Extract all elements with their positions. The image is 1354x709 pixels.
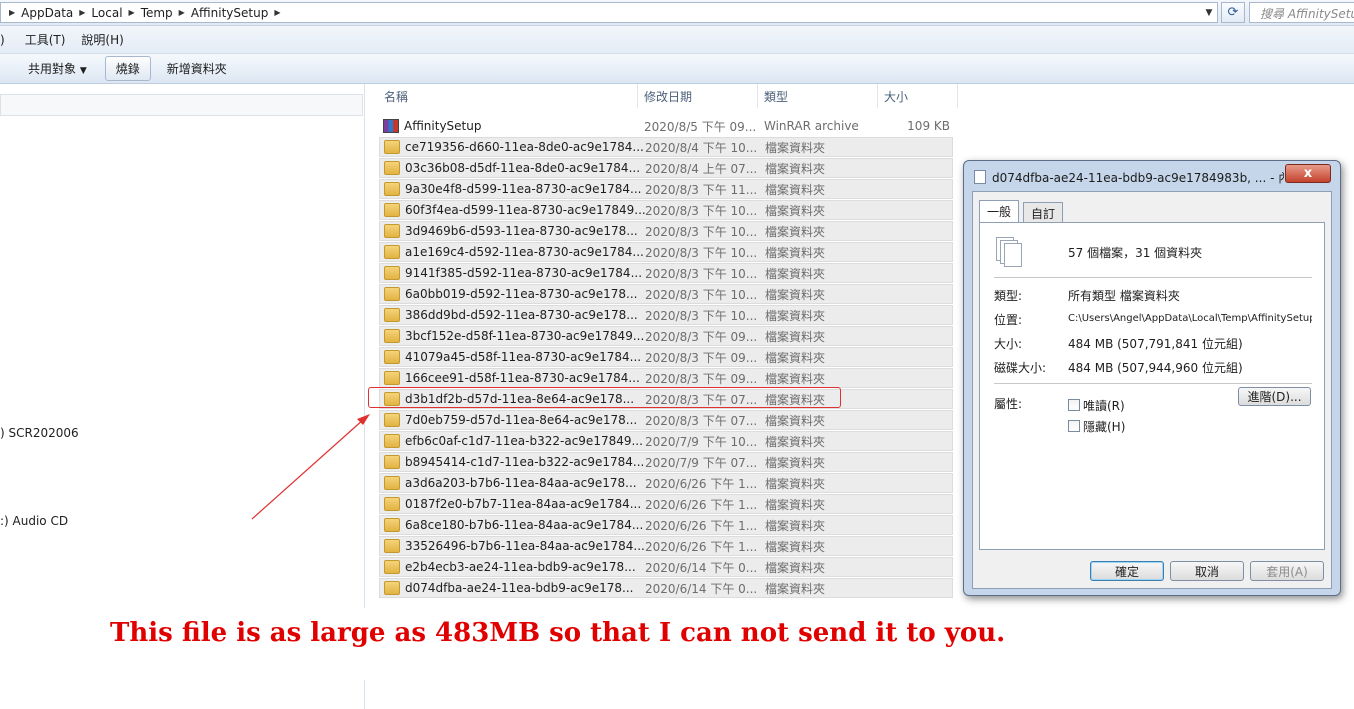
apply-button[interactable]: 套用(A) — [1250, 561, 1324, 581]
location-value: C:\Users\Angel\AppData\Local\Temp\Affini… — [1068, 313, 1312, 324]
hidden-label: 隱藏(H) — [1083, 420, 1126, 434]
dialog-title: d074dfba-ae24-11ea-bdb9-ac9e1784983b, ..… — [992, 170, 1284, 185]
general-tab-panel: 57 個檔案，31 個資料夾 類型: 所有類型 檔案資料夾 位置: C:\Use… — [979, 222, 1325, 550]
dialog-body: 一般 自訂 57 個檔案，31 個資料夾 類型: 所有類型 檔案資料夾 位置: … — [972, 191, 1332, 589]
type-value: 所有類型 檔案資料夾 — [1068, 289, 1180, 303]
ok-button[interactable]: 確定 — [1090, 561, 1164, 581]
annotation-text: This file is as large as 483MB so that I… — [106, 608, 1030, 680]
cancel-button[interactable]: 取消 — [1170, 561, 1244, 581]
item-count-summary: 57 個檔案，31 個資料夾 — [1068, 246, 1203, 260]
attributes-label: 屬性: — [994, 397, 1023, 411]
folder-properties-icon — [974, 170, 986, 184]
location-label: 位置: — [994, 313, 1023, 327]
tab-general[interactable]: 一般 — [979, 200, 1020, 222]
tab-custom[interactable]: 自訂 — [1023, 202, 1064, 222]
hidden-checkbox[interactable] — [1068, 420, 1080, 432]
advanced-button[interactable]: 進階(D)... — [1238, 387, 1311, 406]
size-value: 484 MB (507,791,841 位元組) — [1068, 337, 1243, 351]
multiple-files-icon — [996, 237, 1022, 267]
readonly-checkbox[interactable] — [1068, 399, 1080, 411]
disk-size-value: 484 MB (507,944,960 位元組) — [1068, 361, 1243, 375]
properties-dialog: d074dfba-ae24-11ea-bdb9-ac9e1784983b, ..… — [963, 160, 1341, 596]
close-button[interactable]: x — [1285, 164, 1331, 183]
size-label: 大小: — [994, 337, 1023, 351]
readonly-label: 唯讀(R) — [1083, 399, 1125, 413]
dialog-title-bar[interactable]: d074dfba-ae24-11ea-bdb9-ac9e1784983b, ..… — [974, 167, 1284, 187]
type-label: 類型: — [994, 289, 1023, 303]
disk-size-label: 磁碟大小: — [994, 361, 1047, 375]
divider — [994, 277, 1312, 278]
divider — [994, 383, 1312, 384]
